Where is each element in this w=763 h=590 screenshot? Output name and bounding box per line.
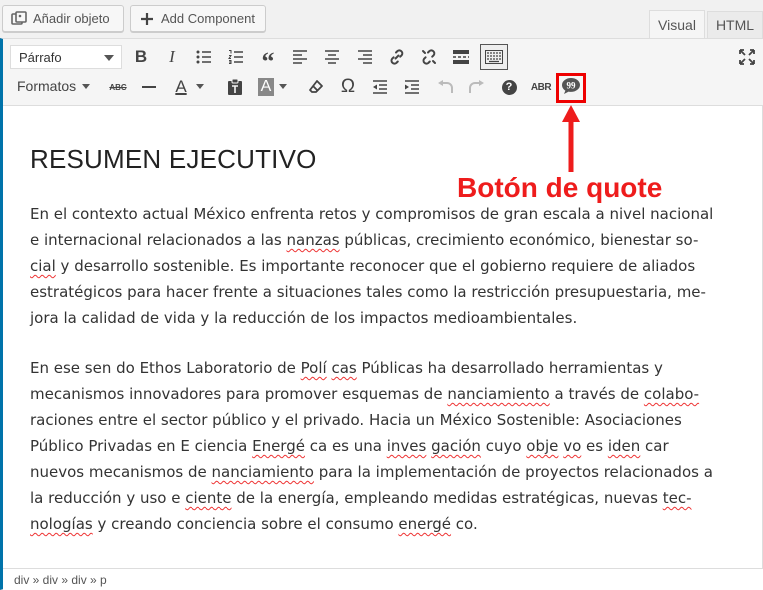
link-icon[interactable]: [384, 44, 410, 70]
text-line: mecanismos innovadores para promover esq…: [30, 385, 700, 403]
misspelled-word: nologías: [30, 515, 93, 533]
add-component-label: Add Component: [161, 11, 255, 26]
text-line: En ese sen do Ethos Laboratorio de Polí …: [30, 359, 663, 377]
element-path-statusbar: div » div » div » p: [3, 568, 763, 590]
text-line: la reducción y uso e ciente de la energí…: [30, 489, 692, 507]
misspelled-word: nanzas: [286, 231, 340, 249]
unlink-icon[interactable]: [416, 44, 442, 70]
misspelled-word: energé: [398, 515, 452, 533]
text-line: nologías y creando conciencia sobre el c…: [30, 515, 478, 533]
text-line: En el contexto actual México enfrenta re…: [30, 205, 714, 223]
align-left-icon[interactable]: [287, 44, 313, 70]
text-line: raciones entre el sector público y el pr…: [30, 411, 682, 429]
undo-icon[interactable]: [432, 74, 458, 100]
plus-icon: [139, 11, 155, 27]
misspelled-word: tec-: [662, 489, 692, 507]
editor-toolbar: Párrafo B I “ Formatos ABC A A Ω ? ABR: [3, 39, 763, 106]
quote-icon: 99: [561, 77, 581, 100]
chevron-down-icon: [104, 55, 114, 61]
indent-icon[interactable]: [399, 74, 425, 100]
align-center-icon[interactable]: [319, 44, 345, 70]
abbreviation-icon[interactable]: ABR: [528, 74, 554, 100]
formats-label: Formatos: [17, 78, 77, 94]
misspelled-word: Energé: [252, 437, 305, 455]
blockquote-icon[interactable]: “: [255, 44, 281, 76]
misspelled-word: Polí: [300, 359, 327, 377]
misspelled-word: obje: [526, 437, 559, 455]
help-icon[interactable]: ?: [496, 74, 522, 100]
bullet-list-icon[interactable]: [191, 44, 217, 70]
text-line: cial y desarrollo sostenible. Es importa…: [30, 257, 696, 275]
text-line: estratégicos para hacer frente a situaci…: [30, 283, 706, 301]
fullscreen-icon[interactable]: [734, 44, 760, 70]
bold-icon[interactable]: B: [128, 44, 154, 70]
text-color-icon[interactable]: A: [168, 74, 194, 100]
media-icon: [11, 10, 27, 27]
format-select-value: Párrafo: [19, 49, 62, 65]
misspelled-word: ciente: [185, 489, 232, 507]
clear-formatting-icon[interactable]: [303, 74, 329, 100]
paste-text-icon[interactable]: [222, 74, 248, 100]
chevron-down-icon: [82, 83, 91, 89]
numbered-list-icon[interactable]: [223, 44, 249, 70]
background-color-icon[interactable]: A: [253, 74, 279, 100]
misspelled-word: iden: [607, 437, 641, 455]
add-component-button[interactable]: Add Component: [130, 5, 266, 32]
background-color-swatch: A: [257, 78, 275, 96]
tab-visual[interactable]: Visual: [649, 10, 705, 39]
paragraph-1: En el contexto actual México enfrenta re…: [30, 201, 720, 331]
annotation-label: Botón de quote: [457, 172, 663, 203]
misspelled-word: colabo-: [643, 385, 700, 403]
paragraph-format-select[interactable]: Párrafo: [10, 45, 122, 69]
redo-icon[interactable]: [464, 74, 490, 100]
strikethrough-icon[interactable]: ABC: [105, 74, 131, 100]
editor-content[interactable]: RESUMEN EJECUTIVO En el contexto actual …: [30, 140, 720, 533]
add-object-label: Añadir objeto: [33, 11, 110, 26]
tab-html[interactable]: HTML: [707, 11, 763, 38]
wordpress-editor: Añadir objeto Add Component Visual HTML …: [0, 0, 763, 590]
chevron-down-icon[interactable]: [194, 74, 206, 100]
misspelled-word: vo: [563, 437, 582, 455]
text-line: jora la calidad de vida y la reducción d…: [30, 309, 578, 327]
outdent-icon[interactable]: [367, 74, 393, 100]
formats-dropdown[interactable]: Formatos: [17, 78, 91, 94]
page-title: RESUMEN EJECUTIVO: [30, 144, 317, 174]
misspelled-word: cial: [30, 257, 56, 275]
text-line: nuevos mecanismos de nanciamiento para l…: [30, 463, 713, 481]
quote-button[interactable]: 99: [556, 73, 586, 103]
special-character-icon[interactable]: Ω: [335, 74, 361, 100]
svg-text:99: 99: [567, 80, 577, 90]
text-line: Público Privadas en E ciencia Energé ca …: [30, 437, 669, 455]
toolbar-toggle-icon[interactable]: [480, 44, 508, 70]
chevron-down-icon[interactable]: [277, 74, 289, 100]
help-glyph: ?: [501, 79, 517, 95]
misspelled-word: gación: [431, 437, 481, 455]
add-object-button[interactable]: Añadir objeto: [2, 5, 124, 32]
misspelled-word: nanciamiento: [447, 385, 550, 403]
misspelled-word: cas: [331, 359, 357, 377]
misspelled-word: inves: [386, 437, 427, 455]
read-more-icon[interactable]: [448, 44, 474, 70]
text-line: e internacional relacionados a las nanza…: [30, 231, 699, 249]
paragraph-2: En ese sen do Ethos Laboratorio de Polí …: [30, 355, 720, 537]
misspelled-word: nanciamiento: [211, 463, 314, 481]
align-right-icon[interactable]: [352, 44, 378, 70]
horizontal-line-icon[interactable]: [136, 74, 162, 100]
italic-icon[interactable]: I: [159, 44, 185, 70]
